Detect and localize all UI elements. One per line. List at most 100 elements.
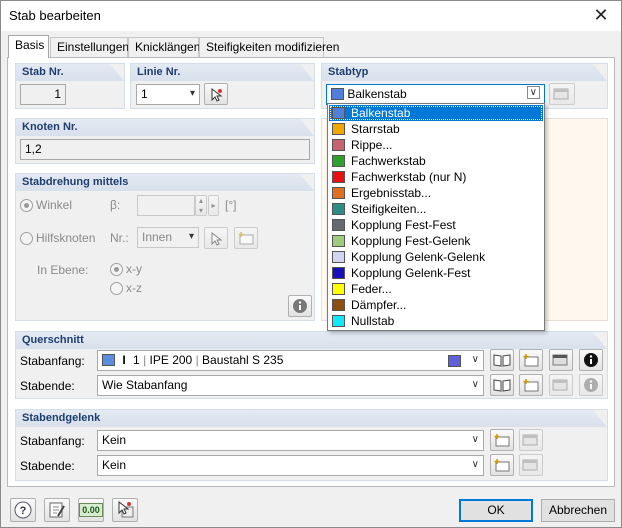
section-end-library-button[interactable] bbox=[490, 374, 514, 396]
beta-next-button[interactable]: ▸ bbox=[208, 195, 219, 216]
comment-button[interactable] bbox=[44, 498, 70, 522]
xy-radio[interactable] bbox=[110, 263, 123, 276]
qs-start-label: Stabanfang: bbox=[20, 354, 85, 368]
nr-label: Nr.: bbox=[110, 231, 129, 245]
chevron-down-icon: ▾ bbox=[188, 231, 194, 242]
material-color-swatch bbox=[448, 355, 461, 367]
gelenk-start-select[interactable]: Kein ∨ bbox=[97, 430, 484, 451]
stabtyp-select[interactable]: Balkenstab ∨ bbox=[326, 84, 545, 105]
edit-dialog-icon bbox=[552, 354, 568, 366]
tab-knicklaengen[interactable]: Knicklängen bbox=[128, 37, 200, 57]
stabtyp-option-ergebnisstab[interactable]: Ergebnisstab... bbox=[329, 185, 543, 201]
help-icon: ? bbox=[14, 501, 32, 519]
stabtyp-option-fachwerkstab-nur-n[interactable]: Fachwerkstab (nur N) bbox=[329, 169, 543, 185]
stabtyp-option-kopplung-fest-fest[interactable]: Kopplung Fest-Fest bbox=[329, 217, 543, 233]
gelenk-start-new-button[interactable] bbox=[490, 429, 514, 451]
option-label: Feder... bbox=[351, 282, 392, 296]
stabtyp-option-kopplung-gelenk-gelenk[interactable]: Kopplung Gelenk-Gelenk bbox=[329, 249, 543, 265]
help-button[interactable]: ? bbox=[10, 498, 36, 522]
cancel-button[interactable]: Abbrechen bbox=[541, 499, 615, 522]
section-new-button[interactable] bbox=[519, 349, 543, 371]
beta-input[interactable] bbox=[137, 195, 195, 216]
gelenk-start-edit-button[interactable] bbox=[519, 429, 543, 451]
pick-line-button[interactable] bbox=[204, 83, 228, 105]
stabtyp-option-nullstab[interactable]: Nullstab bbox=[329, 313, 543, 329]
cursor-pick-icon bbox=[211, 87, 223, 102]
linie-nr-select[interactable]: 1 ▾ bbox=[136, 84, 200, 105]
option-label: Dämpfer... bbox=[351, 298, 407, 312]
info-button[interactable] bbox=[288, 295, 312, 317]
close-icon[interactable]: ✕ bbox=[589, 4, 613, 26]
cursor-pick-icon bbox=[211, 231, 223, 246]
decimal-icon: 0.00 bbox=[79, 503, 103, 517]
color-swatch bbox=[332, 187, 345, 199]
innen-value: Innen bbox=[142, 230, 173, 244]
hilfsknoten-radio[interactable] bbox=[20, 232, 33, 245]
dialog-window: Stab bearbeiten ✕ Basis Einstellungen Kn… bbox=[0, 0, 622, 528]
gelenk-start-label: Stabanfang: bbox=[20, 434, 85, 448]
color-swatch bbox=[332, 235, 345, 247]
option-label: Rippe... bbox=[351, 138, 393, 152]
option-label: Fachwerkstab (nur N) bbox=[351, 170, 467, 184]
section-end-info-button[interactable] bbox=[579, 374, 603, 396]
stabtyp-option-balkenstab[interactable]: Balkenstab bbox=[329, 105, 543, 121]
beta-label: β: bbox=[110, 198, 121, 212]
stabtyp-option-starrstab[interactable]: Starrstab bbox=[329, 121, 543, 137]
stabtyp-option-kopplung-fest-gelenk[interactable]: Kopplung Fest-Gelenk bbox=[329, 233, 543, 249]
qs-start-no: 1 bbox=[133, 353, 140, 367]
title-bar: Stab bearbeiten ✕ bbox=[1, 1, 621, 31]
qs-start-select[interactable]: I 1 | IPE 200 | Baustahl S 235 ∨ bbox=[97, 350, 484, 371]
chevron-down-icon: ∨ bbox=[471, 379, 479, 390]
in-ebene-label: In Ebene: bbox=[37, 263, 89, 277]
edit-dialog-icon bbox=[552, 379, 568, 391]
stabtyp-option-daempfer[interactable]: Dämpfer... bbox=[329, 297, 543, 313]
option-label: Steifigkeiten... bbox=[351, 202, 427, 216]
knoten-nr-field: 1,2 bbox=[20, 139, 310, 160]
edit-dialog-icon bbox=[522, 434, 538, 446]
beta-unit: [°] bbox=[225, 198, 237, 212]
gelenk-end-new-button[interactable] bbox=[490, 454, 514, 476]
new-node-button[interactable] bbox=[234, 227, 258, 249]
select-in-graphic-button[interactable] bbox=[112, 498, 138, 522]
section-info-button[interactable] bbox=[579, 349, 603, 371]
edit-note-icon bbox=[49, 502, 65, 518]
beta-stepper[interactable]: ▴ ▾ bbox=[195, 195, 207, 216]
qs-end-select[interactable]: Wie Stabanfang ∨ bbox=[97, 375, 484, 396]
gelenk-end-select[interactable]: Kein ∨ bbox=[97, 455, 484, 476]
hilfsknoten-select[interactable]: Innen ▾ bbox=[137, 227, 199, 248]
gelenk-end-edit-button[interactable] bbox=[519, 454, 543, 476]
section-end-edit-button[interactable] bbox=[549, 374, 573, 396]
section-end-new-button[interactable] bbox=[519, 374, 543, 396]
pick-node-button[interactable] bbox=[204, 227, 228, 249]
svg-text:?: ? bbox=[20, 505, 27, 517]
ok-button[interactable]: OK bbox=[459, 499, 533, 522]
option-label: Balkenstab bbox=[351, 106, 411, 120]
color-swatch bbox=[332, 283, 345, 295]
color-swatch bbox=[332, 267, 345, 279]
color-swatch bbox=[332, 203, 345, 215]
stabtyp-option-feder[interactable]: Feder... bbox=[329, 281, 543, 297]
option-label: Ergebnisstab... bbox=[351, 186, 432, 200]
winkel-radio[interactable] bbox=[20, 199, 33, 212]
tab-basis[interactable]: Basis bbox=[8, 35, 49, 58]
section-edit-button[interactable] bbox=[549, 349, 573, 371]
tab-einstellungen[interactable]: Einstellungen bbox=[50, 37, 129, 57]
edit-dialog-icon bbox=[522, 459, 538, 471]
section-color-swatch bbox=[102, 354, 115, 366]
xz-radio[interactable] bbox=[110, 282, 123, 295]
color-swatch bbox=[332, 139, 345, 151]
section-library-button[interactable] bbox=[490, 349, 514, 371]
stabtyp-option-steifigkeiten[interactable]: Steifigkeiten... bbox=[329, 201, 543, 217]
option-label: Kopplung Gelenk-Fest bbox=[351, 266, 471, 280]
stabtyp-option-fachwerkstab[interactable]: Fachwerkstab bbox=[329, 153, 543, 169]
option-label: Nullstab bbox=[351, 314, 395, 328]
chevron-down-icon: ▾ bbox=[189, 88, 195, 99]
edit-stabtyp-button[interactable] bbox=[549, 83, 575, 105]
hilfsknoten-label: Hilfsknoten bbox=[36, 231, 96, 245]
stabtyp-option-rippe[interactable]: Rippe... bbox=[329, 137, 543, 153]
tab-steifigkeiten[interactable]: Steifigkeiten modifizieren bbox=[199, 37, 339, 57]
new-item-icon bbox=[494, 434, 510, 447]
stabtyp-option-kopplung-gelenk-fest[interactable]: Kopplung Gelenk-Fest bbox=[329, 265, 543, 281]
decimal-places-button[interactable]: 0.00 bbox=[78, 498, 104, 522]
knoten-nr-heading: Knoten Nr. bbox=[16, 119, 314, 136]
